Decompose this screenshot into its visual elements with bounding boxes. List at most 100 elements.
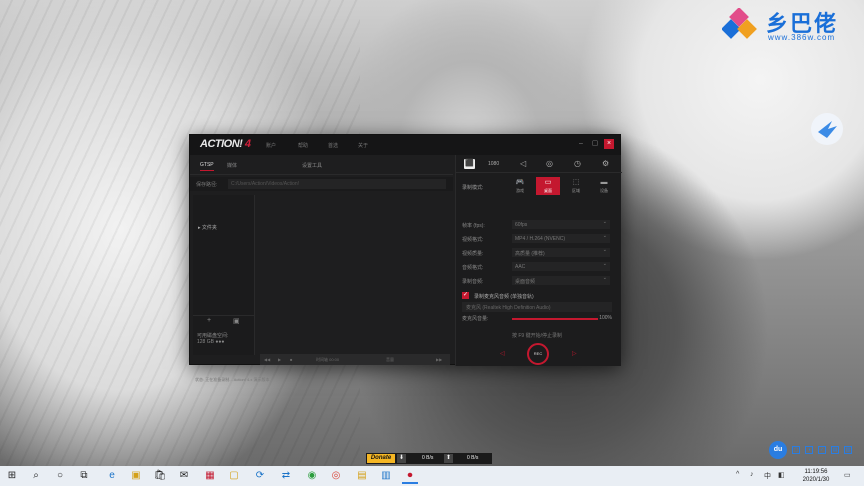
clock-time: 11:19:56 <box>804 469 828 475</box>
minimize-icon[interactable]: – <box>576 139 586 149</box>
forward-button[interactable]: ▶▶ <box>436 357 442 362</box>
start-icon[interactable]: ⊞ <box>4 468 20 484</box>
right-settings-pane: ⬛ 1080 ◁ ◎ ◷ ⚙ 录制模式: 🎮 游戏 ▭ 桌面 ⬚ 区域 ▬ 设备 <box>455 155 622 366</box>
transfer-icon[interactable]: ⇄ <box>278 468 294 484</box>
bird-app-icon[interactable] <box>810 112 844 146</box>
next-arrow-icon[interactable]: ▷ <box>572 350 577 357</box>
file-list-area[interactable] <box>257 195 453 331</box>
mode-region[interactable]: ⬚ 区域 <box>564 177 588 195</box>
mode-game[interactable]: 🎮 游戏 <box>508 177 532 195</box>
chrome-icon[interactable]: ◎ <box>328 468 344 484</box>
resolution-badge[interactable]: 1080 <box>488 161 499 167</box>
notification-icon[interactable]: ▭ <box>844 471 851 479</box>
baidu-du-icon[interactable]: du <box>769 441 787 459</box>
cortana-icon[interactable]: ○ <box>52 468 68 484</box>
menu-account[interactable]: 账户 <box>266 142 276 149</box>
tray-expand-icon[interactable]: ^ <box>736 471 739 478</box>
left-pane: GTSP 媒体 设置工具 保存路径: C:/Users/Action/Video… <box>190 155 453 382</box>
timer-icon[interactable]: ◷ <box>574 159 581 168</box>
record-button[interactable]: REC <box>527 343 549 365</box>
store-icon[interactable]: 🛍 <box>152 468 168 484</box>
stop-button[interactable]: ■ <box>290 357 292 362</box>
widget-icon-5[interactable]: ▥ <box>844 446 852 454</box>
audio-format-select[interactable]: AAC <box>512 261 610 271</box>
watermark-logo: 乡巴佬 www.386w.com <box>722 6 856 46</box>
volume-icon[interactable]: ♪ <box>750 471 754 478</box>
volume-label[interactable]: 音量 <box>386 357 394 363</box>
close-icon[interactable]: × <box>604 139 614 149</box>
folder-icon[interactable]: ▣ <box>233 317 240 325</box>
task-view-icon[interactable]: ⧉ <box>76 468 92 484</box>
record-audio-select[interactable]: 桌面音频 <box>512 275 610 285</box>
donate-button[interactable]: Donate <box>367 454 395 463</box>
app-titlebar: ACTION! 4 账户 帮助 首选 关于 – ▢ × <box>190 135 620 155</box>
player-controls: ◀◀ ▶ ■ 时间轴 00:00 音量 ▶▶ <box>260 354 450 365</box>
edge-icon[interactable]: e <box>104 468 120 484</box>
play-button[interactable]: ▶ <box>278 357 281 362</box>
upload-arrow-icon: ⬆ <box>444 454 453 463</box>
screenshot-icon[interactable]: ◎ <box>546 159 553 168</box>
widget-icon-3[interactable]: ✓ <box>818 446 826 454</box>
mic-checkbox-label: 录制麦克风音频 (单独音轨) <box>474 294 534 300</box>
ime-icon[interactable]: 中 <box>764 471 771 481</box>
upload-rate: 0 B/s <box>467 455 479 461</box>
action-app-window: ACTION! 4 账户 帮助 首选 关于 – ▢ × GTSP 媒体 设置工具… <box>189 134 622 382</box>
tab-gtsp[interactable]: GTSP <box>200 162 214 171</box>
folder-tree: ▸ 文件夹 + ▣ 可用磁盘空间: 128 GB ●●● <box>193 195 255 355</box>
checkbox-checked-icon[interactable]: ✓ <box>462 292 469 299</box>
setting-record-audio: 录制音频: 桌面音频 <box>462 275 612 287</box>
menu-about[interactable]: 关于 <box>358 142 368 149</box>
clock-date: 2020/1/30 <box>802 477 830 483</box>
prev-arrow-icon[interactable]: ◁ <box>500 350 505 357</box>
video-mode-icon[interactable]: ⬛ <box>464 159 475 169</box>
save-path-input[interactable]: C:/Users/Action/Videos/Action! <box>228 179 446 189</box>
tab-tools[interactable]: 设置工具 <box>302 162 322 169</box>
device-icon: ▬ <box>600 179 608 186</box>
video-format-select[interactable]: MP4 / H.264 (NVENC) <box>512 233 610 243</box>
mic-device-select[interactable]: 麦克风 (Realtek High Definition Audio) <box>462 302 612 312</box>
notes-icon[interactable]: ▤ <box>354 468 370 484</box>
browser-icon[interactable]: ◉ <box>304 468 320 484</box>
right-top-toolbar: ⬛ 1080 ◁ ◎ ◷ ⚙ <box>456 155 622 173</box>
windows-taskbar: ⊞ ⌕ ○ ⧉ e ▣ 🛍 ✉ ▦ ▢ ⟳ ⇄ ◉ ◎ ▤ ▥ ⏺ ^ ♪ 中 … <box>0 466 864 486</box>
settings-gear-icon[interactable]: ⚙ <box>602 159 609 168</box>
diamond-logo-icon <box>722 8 757 39</box>
clock[interactable]: 11:19:56 2020/1/30 <box>794 468 838 484</box>
app-logo: ACTION! 4 <box>200 138 251 150</box>
search-icon[interactable]: ⌕ <box>28 468 44 484</box>
mail-icon[interactable]: ✉ <box>176 468 192 484</box>
rewind-button[interactable]: ◀◀ <box>264 357 270 362</box>
widget-icon-2[interactable]: ◑ <box>805 446 813 454</box>
download-rate: 0 B/s <box>422 455 434 461</box>
menu-preferences[interactable]: 首选 <box>328 142 338 149</box>
mode-desktop[interactable]: ▭ 桌面 <box>536 177 560 195</box>
audio-icon[interactable]: ◁ <box>520 159 526 168</box>
tab-bar: GTSP 媒体 设置工具 <box>190 155 453 175</box>
video-quality-select[interactable]: 高质量 (推荐) <box>512 247 610 257</box>
tree-node[interactable]: ▸ 文件夹 <box>198 224 217 231</box>
widget-icon-1[interactable]: ▢ <box>792 446 800 454</box>
mode-device[interactable]: ▬ 设备 <box>592 177 616 195</box>
tree-toolbar: + ▣ <box>193 315 255 325</box>
file-explorer-icon[interactable]: ▣ <box>128 468 144 484</box>
timeline-label: 时间轴 00:00 <box>316 357 340 362</box>
sync-icon[interactable]: ⟳ <box>252 468 268 484</box>
widget-icon-4[interactable]: ▤ <box>831 446 839 454</box>
app-icon-red[interactable]: ▦ <box>202 468 218 484</box>
fps-select[interactable]: 60fps <box>512 219 610 229</box>
mode-label: 录制模式: <box>462 185 484 191</box>
add-icon[interactable]: + <box>207 317 211 324</box>
mic-volume-slider[interactable] <box>512 318 598 320</box>
volume-percent: 100% <box>599 315 612 321</box>
chart-app-icon[interactable]: ▥ <box>378 468 394 484</box>
maximize-icon[interactable]: ▢ <box>590 139 600 149</box>
folder-app-icon[interactable]: ▢ <box>226 468 242 484</box>
donate-bar: Donate ⬇ 0 B/s ⬆ 0 B/s <box>366 453 492 464</box>
action-taskbar-icon[interactable]: ⏺ <box>402 468 418 484</box>
menu-help[interactable]: 帮助 <box>298 142 308 149</box>
floating-tray-widgets: du ▢ ◑ ✓ ▤ ▥ <box>769 441 861 459</box>
status-bar: 状态: 正在准备录制... Action! 4.x 演示版本 <box>195 377 270 382</box>
tab-media[interactable]: 媒体 <box>227 162 237 169</box>
network-icon[interactable]: ◧ <box>778 471 785 479</box>
mic-volume-row: 麦克风音量: 100% <box>462 315 612 322</box>
